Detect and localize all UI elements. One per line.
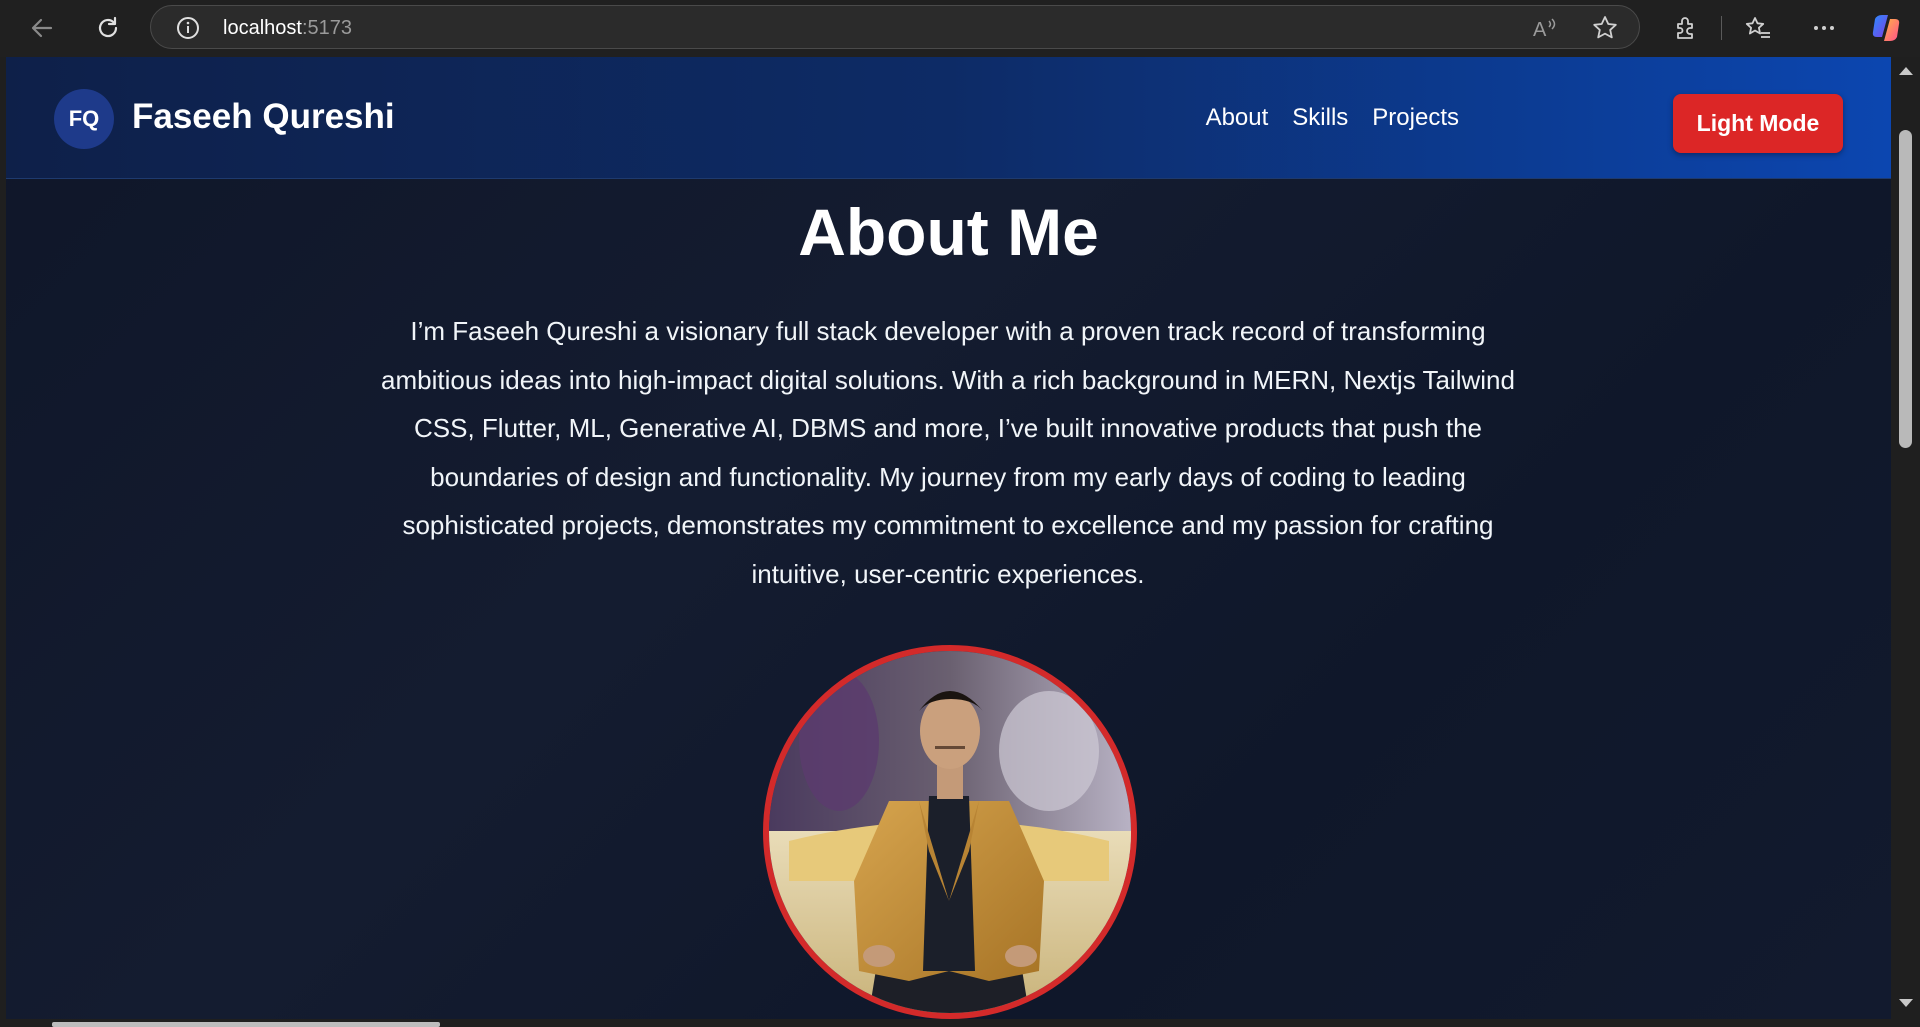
light-mode-button[interactable]: Light Mode xyxy=(1673,94,1843,153)
nav-link-skills[interactable]: Skills xyxy=(1292,104,1348,132)
favorites-icon[interactable] xyxy=(1740,10,1776,46)
reload-icon[interactable] xyxy=(90,10,126,46)
site-navbar: FQ Faseeh Qureshi About Skills Projects … xyxy=(6,57,1891,179)
svg-text:A: A xyxy=(1533,19,1547,41)
horizontal-scrollbar-thumb[interactable] xyxy=(52,1022,440,1027)
address-bar[interactable]: localhost:5173 A xyxy=(150,5,1640,49)
back-icon[interactable] xyxy=(24,10,60,46)
toolbar-separator xyxy=(1721,16,1722,40)
url-port: :5173 xyxy=(301,17,352,39)
read-aloud-icon[interactable]: A xyxy=(1531,15,1559,46)
scrollbar-thumb[interactable] xyxy=(1899,130,1912,448)
logo-avatar[interactable]: FQ xyxy=(54,89,114,149)
about-paragraph: I’m Faseeh Qureshi a visionary full stac… xyxy=(381,316,1515,589)
about-title: About Me xyxy=(798,195,1099,269)
page-viewport: FQ Faseeh Qureshi About Skills Projects … xyxy=(6,57,1891,1019)
profile-photo xyxy=(763,645,1137,1019)
url-text: localhost:5173 xyxy=(223,17,352,40)
vertical-scrollbar[interactable] xyxy=(1891,57,1920,1019)
browser-toolbar: localhost:5173 A xyxy=(0,0,1920,57)
brand-name[interactable]: Faseeh Qureshi xyxy=(132,97,395,137)
scroll-up-icon[interactable] xyxy=(1899,67,1913,75)
nav-link-projects[interactable]: Projects xyxy=(1372,104,1459,132)
site-info-icon[interactable] xyxy=(175,15,201,46)
more-icon[interactable] xyxy=(1806,10,1842,46)
extensions-icon[interactable] xyxy=(1668,10,1704,46)
nav-links: About Skills Projects xyxy=(1182,57,1459,178)
favorite-star-icon[interactable] xyxy=(1591,14,1619,47)
scroll-down-icon[interactable] xyxy=(1899,999,1913,1007)
nav-link-about[interactable]: About xyxy=(1206,104,1269,132)
copilot-icon[interactable] xyxy=(1868,10,1904,46)
url-host: localhost xyxy=(223,17,302,39)
